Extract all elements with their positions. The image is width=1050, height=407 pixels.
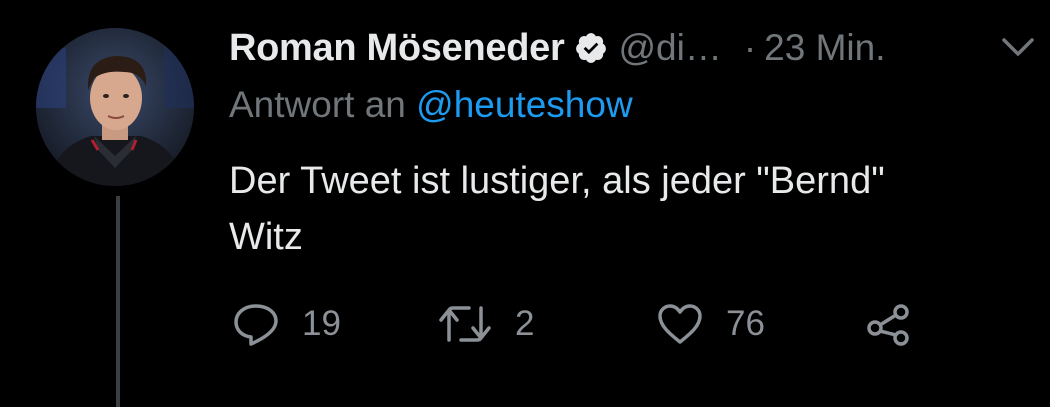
reply-button[interactable]: 19	[232, 298, 341, 350]
reply-mention-link[interactable]: @heuteshow	[416, 84, 633, 125]
thread-line	[116, 196, 120, 407]
author-handle[interactable]: @di…	[618, 27, 721, 69]
like-button[interactable]: 76	[656, 298, 765, 350]
retweet-button[interactable]: 2	[437, 298, 534, 350]
tweet-text: Der Tweet ist lustiger, als jeder "Bernd…	[229, 153, 1029, 265]
author-name[interactable]: Roman Möseneder	[229, 27, 565, 70]
chevron-down-icon[interactable]	[1000, 34, 1036, 60]
verified-badge-icon	[574, 31, 608, 65]
tweet-card[interactable]: Roman Möseneder @di… · 23 Min. Antwort a…	[0, 0, 1050, 407]
retweet-count: 2	[515, 304, 535, 343]
tweet-header: Roman Möseneder @di… · 23 Min.	[229, 22, 886, 74]
share-icon	[864, 302, 912, 346]
reply-count: 19	[302, 304, 341, 343]
retweet-icon	[437, 302, 493, 346]
heart-icon	[656, 302, 704, 346]
share-button[interactable]	[864, 298, 912, 350]
reply-icon	[232, 302, 280, 346]
tweet-timestamp[interactable]: 23 Min.	[764, 27, 885, 69]
reply-prefix: Antwort an	[229, 84, 406, 125]
tweet-text-line: Der Tweet ist lustiger, als jeder "Bernd…	[229, 160, 885, 202]
tweet-text-line: Witz	[229, 216, 303, 258]
avatar-image	[36, 28, 194, 186]
like-count: 76	[726, 304, 765, 343]
avatar[interactable]	[36, 28, 194, 186]
reply-context: Antwort an @heuteshow	[229, 84, 633, 126]
separator-dot: ·	[743, 27, 757, 68]
